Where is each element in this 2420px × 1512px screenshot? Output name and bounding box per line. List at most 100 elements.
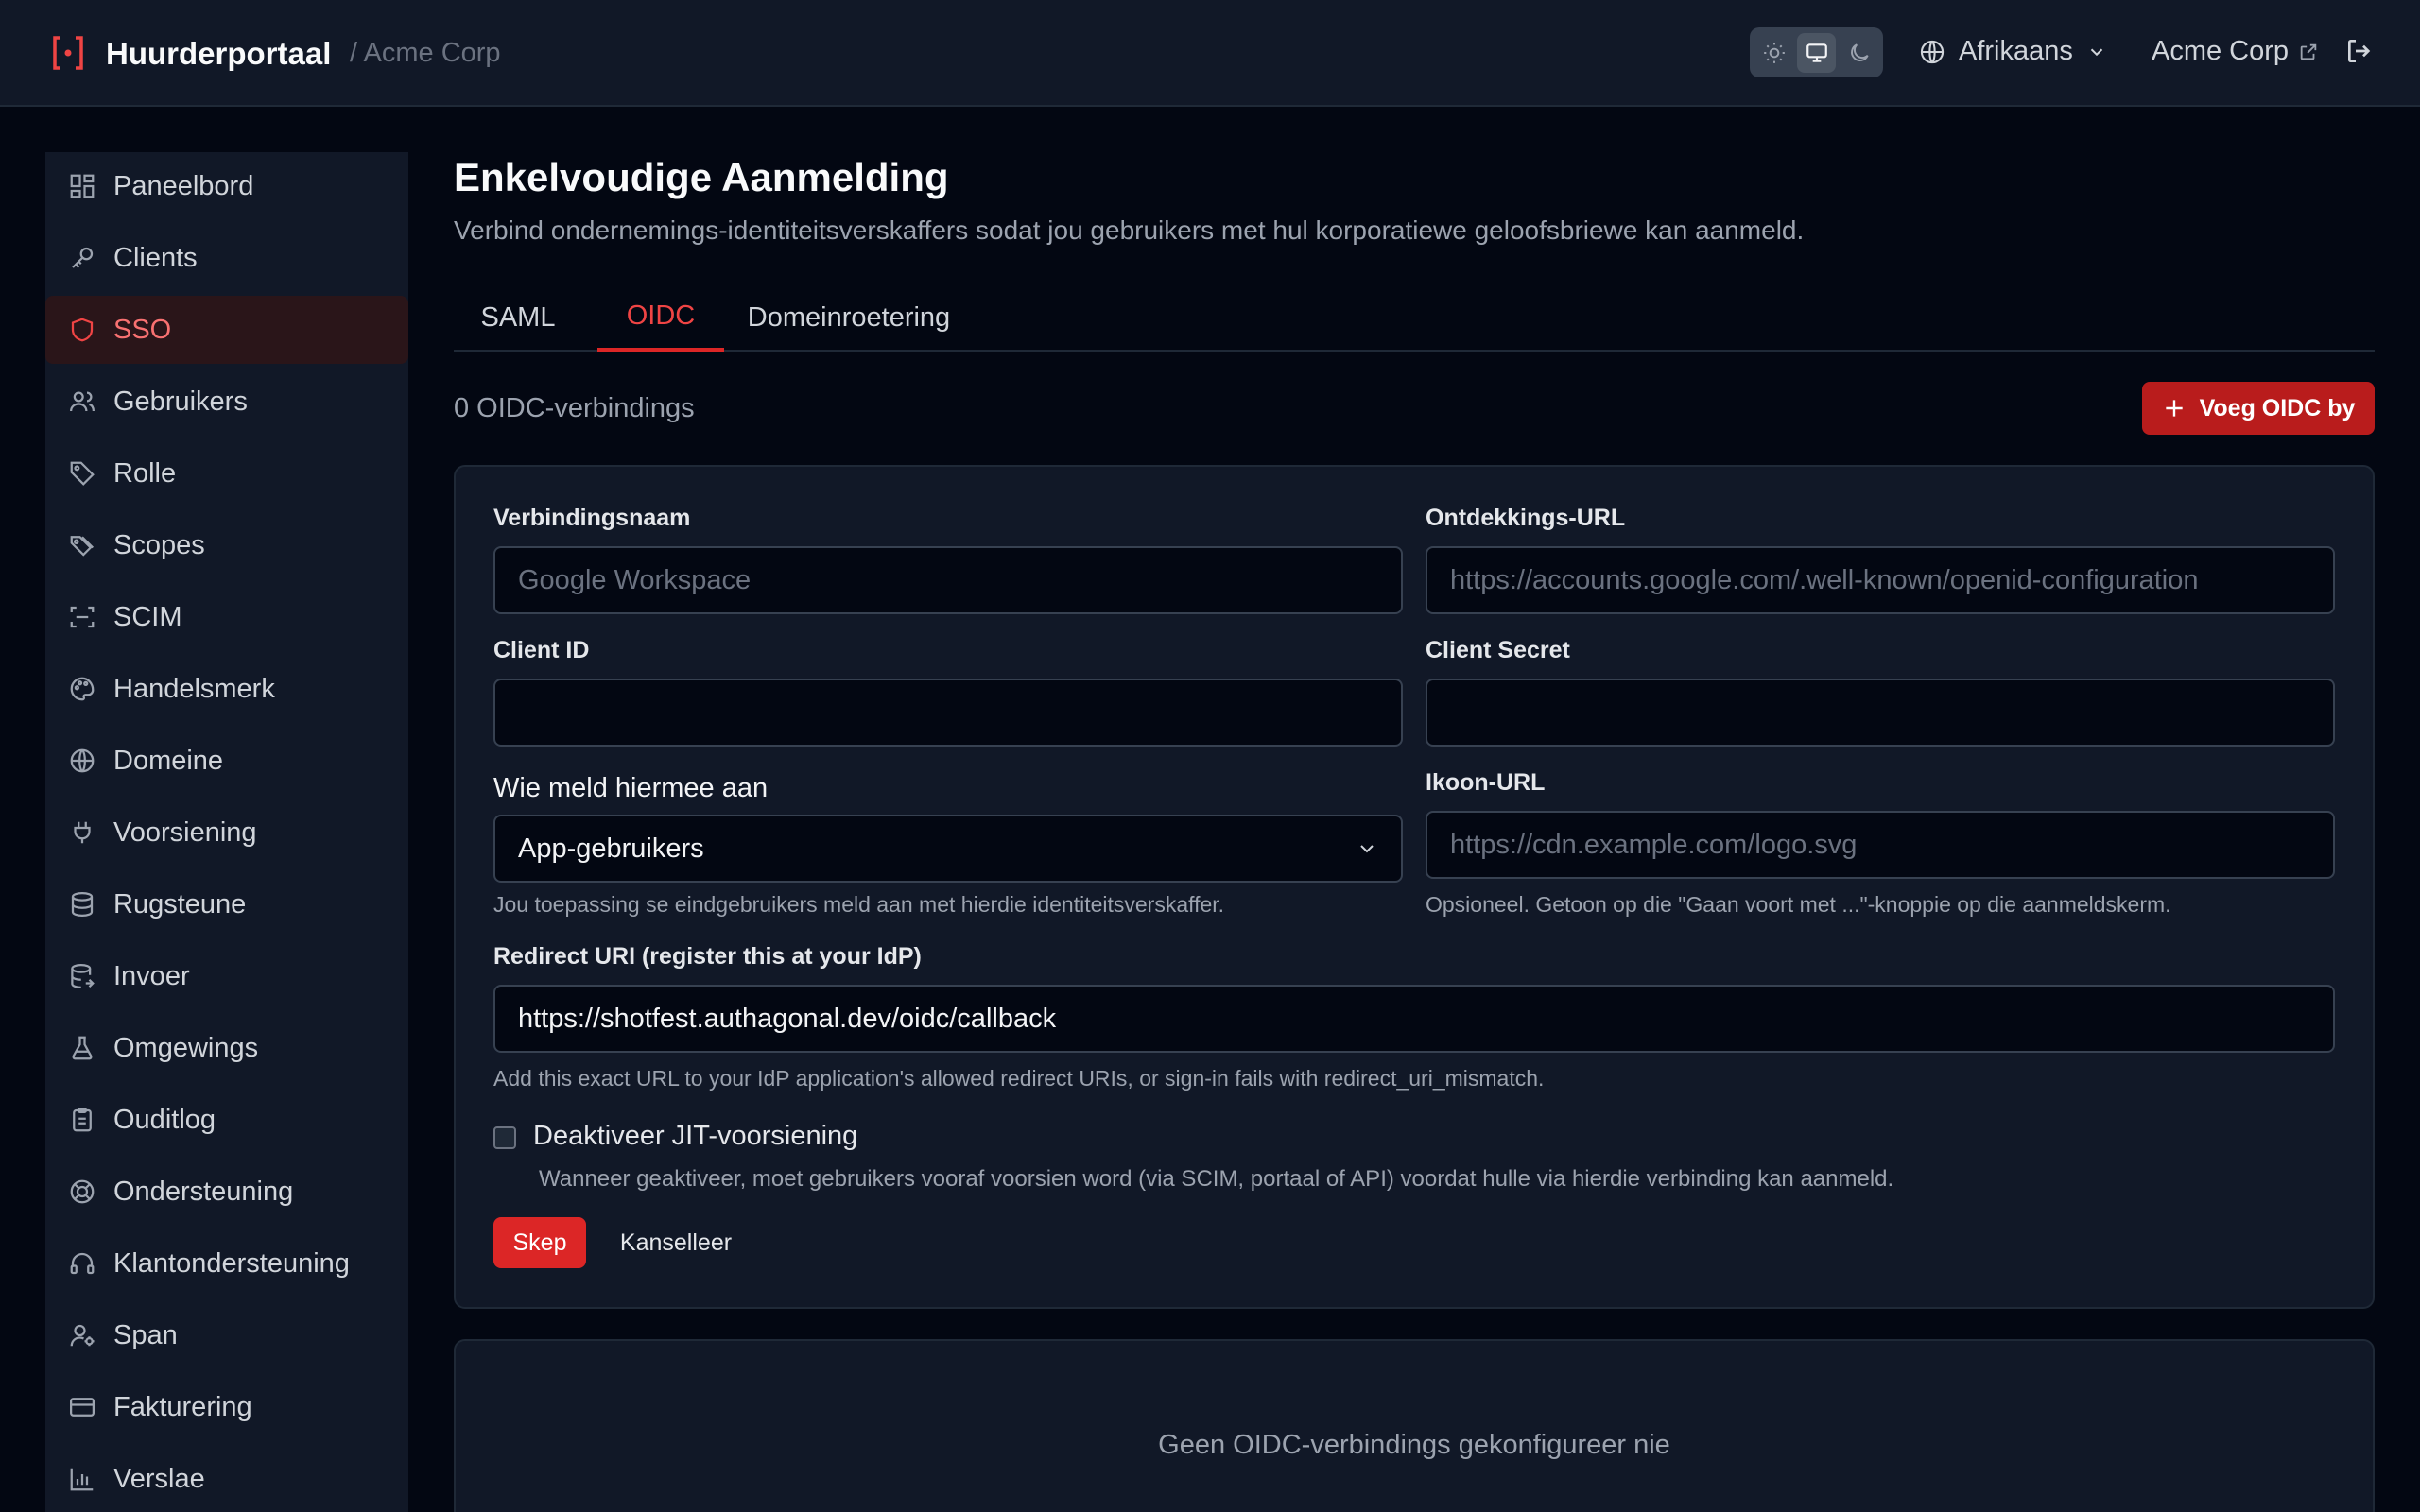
credit-card-icon (70, 1398, 95, 1417)
chevron-down-icon (2090, 48, 2103, 56)
brand-logo (51, 34, 85, 72)
oidc-form-panel: Verbindingsnaam Ontdekkings-URL Client I… (454, 465, 2375, 1309)
key-icon (72, 247, 94, 268)
sidebar-item-label: Scopes (113, 529, 205, 560)
tab-bar: SAML OIDC Domeinroetering (454, 284, 2375, 352)
sidebar-item-voorsiening[interactable]: Voorsiening (45, 799, 408, 867)
sidebar-item-label: Handelsmerk (113, 673, 275, 704)
sidebar-item-label: Span (113, 1319, 178, 1350)
dashboard-icon (70, 174, 95, 198)
empty-state-panel: Geen OIDC-verbindings gekonfigureer nie (454, 1339, 2375, 1512)
theme-toggle (1750, 27, 1883, 77)
sidebar-item-omgewings[interactable]: Omgewings (45, 1014, 408, 1082)
client-secret-label: Client Secret (1426, 637, 1570, 663)
disable-jit-checkbox[interactable] (493, 1126, 516, 1149)
sidebar-item-label: Domeine (113, 745, 224, 776)
empty-state-text: Geen OIDC-verbindings gekonfigureer nie (1158, 1430, 1670, 1460)
system-theme-button[interactable] (1797, 32, 1836, 73)
sidebar-item-label: Clients (113, 242, 198, 273)
headphones-icon (70, 1252, 95, 1275)
icon-url-label: Ikoon-URL (1426, 769, 1546, 796)
sidebar-item-rugsteune[interactable]: Rugsteune (45, 870, 408, 938)
database-import-icon (71, 964, 95, 988)
connection-name-input[interactable] (493, 546, 1403, 614)
tenant-link-label: Acme Corp (2152, 36, 2290, 66)
tenant-external-link[interactable]: Acme Corp (2152, 36, 2319, 67)
sidebar-item-sso[interactable]: SSO (45, 296, 408, 364)
redirect-uri-label: Redirect URI (register this at your IdP) (493, 943, 922, 970)
audience-select[interactable]: App-gebruikers (493, 815, 1403, 883)
sidebar-item-label: Fakturering (113, 1391, 252, 1422)
sidebar-item-clients[interactable]: Clients (45, 224, 408, 292)
chevron-down-icon (1360, 845, 1374, 853)
sidebar-item-handelsmerk[interactable]: Handelsmerk (45, 655, 408, 723)
sidebar-item-label: Gebruikers (113, 386, 248, 417)
sidebar-item-fakturering[interactable]: Fakturering (45, 1373, 408, 1441)
sidebar-item-rolle[interactable]: Rolle (45, 439, 408, 507)
language-selector[interactable]: Afrikaans (1919, 36, 2107, 67)
sidebar-item-verslae[interactable]: Verslae (45, 1445, 408, 1512)
sidebar-item-label: SSO (113, 314, 172, 345)
shield-icon (71, 318, 94, 342)
add-oidc-button[interactable]: Voeg OIDC by (2142, 382, 2375, 435)
page-title: Enkelvoudige Aanmelding (454, 155, 949, 199)
client-id-label: Client ID (493, 637, 590, 663)
tab-saml[interactable]: SAML (454, 284, 582, 352)
sidebar-item-label: Paneelbord (113, 170, 254, 201)
brand-bracket-icon (53, 36, 83, 70)
sidebar: Paneelbord Clients SSO Gebruikers Rolle … (45, 152, 408, 1512)
add-oidc-label: Voeg OIDC by (2199, 394, 2356, 421)
sidebar-item-label: Verslae (113, 1463, 205, 1494)
sidebar-item-label: Ondersteuning (113, 1176, 294, 1207)
client-secret-input[interactable] (1426, 679, 2335, 747)
top-bar: Huurderportaal / Acme Corp Afrikaans Acm… (0, 0, 2420, 107)
cancel-button[interactable]: Kanselleer (603, 1217, 749, 1268)
sidebar-item-ondersteuning[interactable]: Ondersteuning (45, 1158, 408, 1226)
tab-oidc[interactable]: OIDC (597, 284, 724, 352)
jit-hint: Wanneer geaktiveer, moet gebruikers voor… (539, 1166, 1894, 1192)
bar-chart-icon (70, 1468, 94, 1491)
app-title: Huurderportaal (106, 36, 332, 71)
create-button[interactable]: Skep (493, 1217, 586, 1268)
redirect-uri-hint: Add this exact URL to your IdP applicati… (493, 1066, 1545, 1091)
sidebar-item-scim[interactable]: SCIM (45, 583, 408, 651)
lifebuoy-icon (70, 1179, 95, 1204)
discovery-url-label: Ontdekkings-URL (1426, 505, 1626, 531)
sidebar-item-label: Rolle (113, 457, 177, 489)
sidebar-item-ouditlog[interactable]: Ouditlog (45, 1086, 408, 1154)
sidebar-item-paneelbord[interactable]: Paneelbord (45, 152, 408, 220)
client-id-input[interactable] (493, 679, 1403, 747)
cancel-button-label: Kanselleer (619, 1228, 733, 1256)
moon-icon (1850, 43, 1869, 61)
flask-icon (72, 1036, 93, 1060)
sidebar-item-scopes[interactable]: Scopes (45, 511, 408, 579)
plus-icon (2165, 400, 2183, 417)
icon-url-hint: Opsioneel. Getoon op die "Gaan voort met… (1426, 892, 2171, 917)
sidebar-item-invoer[interactable]: Invoer (45, 942, 408, 1010)
sidebar-item-domeine[interactable]: Domeine (45, 727, 408, 795)
tenant-breadcrumb: / Acme Corp (350, 38, 501, 68)
disable-jit-label: Deaktiveer JIT-voorsiening (533, 1121, 858, 1151)
light-theme-button[interactable] (1754, 33, 1793, 73)
page-subtitle: Verbind ondernemings-identiteitsverskaff… (454, 215, 1805, 245)
audience-label: Wie meld hiermee aan (493, 773, 769, 803)
tab-domeinroetering[interactable]: Domeinroetering (737, 284, 960, 352)
language-label: Afrikaans (1959, 36, 2073, 66)
external-link-icon (2300, 43, 2317, 60)
redirect-uri-input[interactable] (493, 985, 2335, 1053)
sidebar-item-span[interactable]: Span (45, 1301, 408, 1369)
sidebar-item-label: Klantondersteuning (113, 1247, 350, 1279)
plug-icon (74, 821, 91, 844)
sidebar-item-klantondersteuning[interactable]: Klantondersteuning (45, 1229, 408, 1297)
audience-hint: Jou toepassing se eindgebruikers meld aa… (493, 892, 1225, 917)
icon-url-input[interactable] (1426, 811, 2335, 879)
sidebar-item-label: Voorsiening (113, 816, 257, 848)
sidebar-item-gebruikers[interactable]: Gebruikers (45, 368, 408, 436)
logout-icon[interactable] (2344, 36, 2375, 66)
dark-theme-button[interactable] (1840, 33, 1878, 73)
sidebar-item-label: Invoer (113, 960, 190, 991)
clipboard-icon (73, 1108, 92, 1132)
discovery-url-input[interactable] (1426, 546, 2335, 614)
globe-icon (1920, 40, 1945, 63)
connection-name-label: Verbindingsnaam (493, 505, 691, 531)
